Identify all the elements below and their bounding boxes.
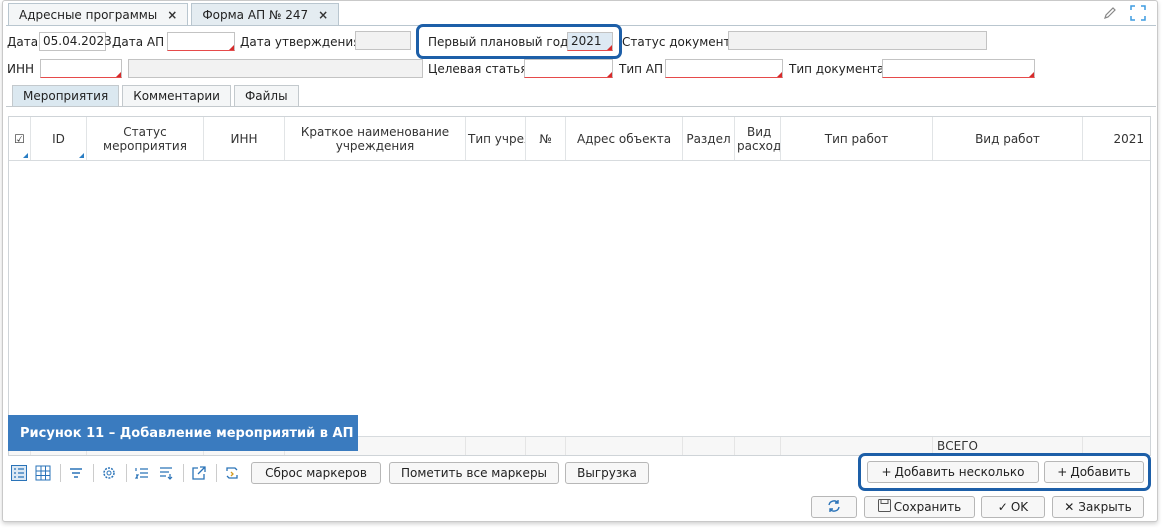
reset-markers-button[interactable]: Сброс маркеров <box>251 462 381 484</box>
document-tabs: Адресные программы × Форма АП № 247 × <box>8 3 340 25</box>
tab-label: Форма АП № 247 <box>202 7 309 22</box>
doc-type-label: Тип документа <box>789 62 885 76</box>
add-buttons-highlight <box>858 453 1151 491</box>
close-icon: ✕ <box>1064 500 1075 514</box>
col-short-name[interactable]: Краткое наименование учреждения <box>285 117 466 160</box>
target-article-label: Целевая статья <box>428 62 528 76</box>
col-address[interactable]: Адрес объекта <box>566 117 683 160</box>
mark-all-markers-button[interactable]: Пометить все маркеры <box>389 462 559 484</box>
close-icon[interactable]: × <box>167 8 177 22</box>
target-article-field[interactable] <box>524 59 613 78</box>
events-grid: ☑ ID Статус мероприятия ИНН Краткое наим… <box>8 116 1151 456</box>
inn-label: ИНН <box>7 62 35 76</box>
tab-comments[interactable]: Комментарии <box>122 85 231 106</box>
tab-label: Адресные программы <box>19 7 158 22</box>
col-status[interactable]: Статус мероприятия <box>87 117 204 160</box>
refresh-icon <box>827 499 841 516</box>
figure-caption: Рисунок 11 – Добавление мероприятий в АП <box>8 415 358 451</box>
save-icon <box>877 499 891 515</box>
close-icon[interactable]: × <box>318 8 328 22</box>
subtabs: Мероприятия Комментарии Файлы <box>12 85 299 106</box>
filter-icon[interactable] <box>65 462 87 484</box>
subtabs-divider <box>6 106 1156 107</box>
pencil-icon[interactable] <box>1100 4 1120 22</box>
col-expense-type[interactable]: Вид расход <box>735 117 781 160</box>
tab-events[interactable]: Мероприятия <box>12 85 120 106</box>
table-icon[interactable] <box>32 462 54 484</box>
date-field[interactable]: 05.04.2023 <box>39 32 112 51</box>
col-year-2021[interactable]: 2021 <box>1083 117 1150 160</box>
fullscreen-icon[interactable] <box>1128 4 1148 22</box>
refresh-markers-icon[interactable] <box>221 462 243 484</box>
doc-status-field <box>728 31 987 50</box>
doc-type-field[interactable] <box>882 59 1035 78</box>
approval-date-label: Дата утверждения <box>240 35 361 49</box>
close-button[interactable]: ✕ Закрыть <box>1052 496 1144 518</box>
sort-icon[interactable] <box>155 462 177 484</box>
ok-button[interactable]: ✓ OK <box>981 496 1045 518</box>
select-all-checkbox[interactable]: ☑ <box>9 117 31 160</box>
approval-date-field <box>355 31 411 50</box>
grid-toolbar: Сброс маркеров Пометить все маркеры Выгр… <box>8 460 649 486</box>
save-button[interactable]: Сохранить <box>864 496 975 518</box>
date-label: Дата <box>7 35 39 49</box>
grid-header: ☑ ID Статус мероприятия ИНН Краткое наим… <box>9 117 1150 161</box>
doc-status-label: Статус документа <box>622 35 738 49</box>
col-section[interactable]: Раздел <box>683 117 735 160</box>
list-icon[interactable] <box>8 462 30 484</box>
check-icon: ✓ <box>997 500 1008 514</box>
tab-ap-form[interactable]: Форма АП № 247 × <box>191 3 340 25</box>
date-ap-label: Дата АП <box>112 35 165 49</box>
col-number[interactable]: № <box>526 117 566 160</box>
col-institution-type[interactable]: Тип учреждения <box>466 117 526 160</box>
date-ap-field[interactable] <box>167 32 235 51</box>
ap-type-label: Тип АП <box>619 62 664 76</box>
numbered-list-icon[interactable] <box>131 462 153 484</box>
inn-name-field <box>128 59 423 78</box>
export-button[interactable]: Выгрузка <box>565 462 649 484</box>
export-icon[interactable] <box>188 462 210 484</box>
plan-year-highlight <box>416 24 622 59</box>
inn-field[interactable] <box>40 59 122 78</box>
tab-address-programs[interactable]: Адресные программы × <box>8 3 189 25</box>
col-id[interactable]: ID <box>31 117 87 160</box>
col-inn[interactable]: ИНН <box>204 117 285 160</box>
window-tools <box>1100 4 1148 22</box>
col-work-type[interactable]: Тип работ <box>781 117 933 160</box>
settings-icon[interactable] <box>98 462 120 484</box>
ap-type-field[interactable] <box>665 59 783 78</box>
tab-files[interactable]: Файлы <box>233 85 299 106</box>
refresh-button[interactable] <box>811 496 857 518</box>
col-work-kind[interactable]: Вид работ <box>933 117 1083 160</box>
